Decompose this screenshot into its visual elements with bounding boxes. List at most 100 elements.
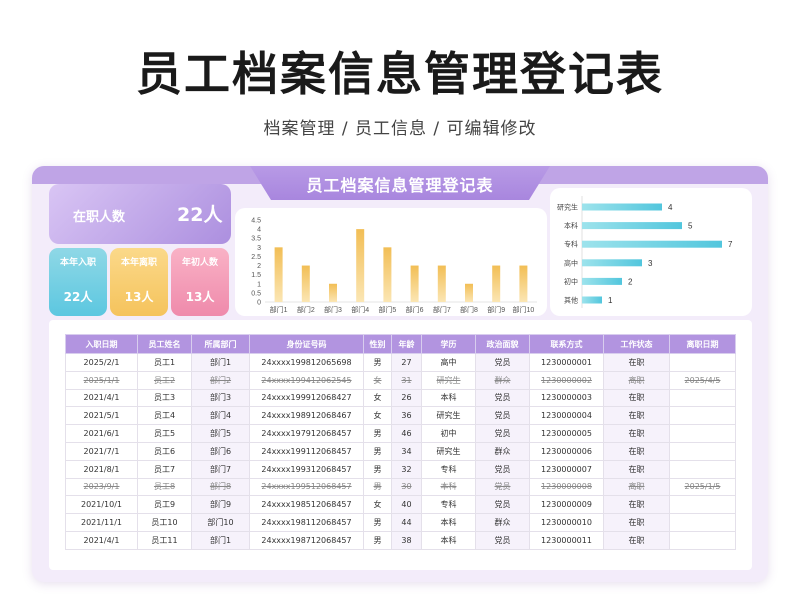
table-cell: 2021/6/1 (65, 424, 138, 443)
table-row[interactable]: 2025/1/1 员工2 部门2 24xxxx199412062545 女 31 研究生 群众… (65, 370, 736, 390)
table-cell: 男 (363, 459, 392, 479)
table-cell: 24xxxx198112068457 (249, 513, 364, 532)
table-cell: 24xxxx199412062545 (249, 370, 364, 390)
bar (465, 283, 473, 302)
table-cell: 1230000006 (529, 441, 604, 461)
table-row[interactable]: 2023/9/1 员工8 部门8 24xxxx199512068457 男 30 本科 党员 1… (65, 477, 736, 497)
table-row[interactable]: 2021/10/1 员工9 部门9 24xxxx198512068457 女 40 专科 党员… (65, 495, 736, 515)
table-cell: 2021/7/1 (65, 441, 138, 461)
x-tick-label: 部门5 (378, 305, 396, 314)
table-cell: 24xxxx197912068457 (249, 424, 364, 443)
table-cell: 24xxxx198712068457 (249, 530, 364, 550)
active-count-card: 在职人数 22人 (49, 184, 231, 244)
table-body: 2025/2/1 员工1 部门1 24xxxx199812065698 男 27 高中 党员 1… (65, 353, 736, 550)
table-cell: 2025/2/1 (65, 353, 138, 372)
table-cell: 24xxxx199312068457 (249, 459, 364, 479)
table-cell: 员工10 (137, 513, 192, 532)
left-card: 本年离职 13人 (110, 248, 168, 316)
table-cell: 1230000010 (529, 513, 604, 532)
table-cell: 员工7 (137, 459, 192, 479)
data-label: 1 (608, 296, 613, 305)
x-tick-label: 部门2 (297, 305, 315, 314)
table-cell: 2021/4/1 (65, 388, 138, 408)
table-cell: 部门5 (191, 424, 250, 443)
education-chart: 研究生 4 本科 5 专科 7 高中 3 初中 2 其他 1 (550, 188, 752, 316)
table-cell: 2021/4/1 (65, 530, 138, 550)
x-tick-label: 部门9 (487, 305, 505, 314)
table-cell: 46 (391, 424, 422, 443)
table-cell: 在职 (603, 495, 670, 515)
bar (492, 265, 501, 302)
column-header: 员工姓名 (137, 334, 192, 354)
table-cell: 男 (363, 424, 392, 443)
y-tick-label: 3 (257, 245, 261, 252)
table-cell: 初中 (421, 424, 476, 443)
bar (356, 229, 365, 302)
x-tick-label: 部门4 (351, 305, 369, 314)
table-cell (669, 388, 736, 408)
column-header: 学历 (421, 334, 476, 354)
data-label: 4 (668, 203, 673, 212)
table-cell: 30 (391, 477, 422, 497)
bar (329, 283, 337, 302)
table-cell (669, 441, 736, 461)
left-label: 本年离职 (120, 258, 157, 268)
table-row[interactable]: 2021/7/1 员工6 部门6 24xxxx199112068457 男 34 研究生 群众… (65, 441, 736, 461)
table-row[interactable]: 2021/6/1 员工5 部门5 24xxxx197912068457 男 46 初中 党员 1… (65, 424, 736, 443)
column-header: 所属部门 (191, 334, 250, 354)
table-cell: 党员 (475, 424, 530, 443)
table-cell (669, 406, 736, 426)
table-cell: 女 (363, 495, 392, 515)
start-count-label: 年初人数 (181, 258, 218, 268)
table-cell (669, 530, 736, 550)
table-header-row: 入职日期 员工姓名 所属部门 身份证号码 性别 年龄 学历 政治面貌 联系方式 工作状态 离职日期 (65, 334, 736, 354)
table-cell: 本科 (421, 477, 476, 497)
bar (383, 247, 392, 302)
table-cell: 高中 (421, 353, 476, 372)
table-row[interactable]: 2021/11/1 员工10 部门10 24xxxx198112068457 男 44 本科… (65, 513, 736, 532)
table-cell: 党员 (475, 353, 530, 372)
table-cell: 44 (391, 513, 422, 532)
table-row[interactable]: 2021/4/1 员工3 部门3 24xxxx199912068427 女 26 本科 党员 1… (65, 388, 736, 408)
table-cell (669, 459, 736, 479)
column-header: 年龄 (391, 334, 422, 354)
table-cell: 1230000008 (529, 477, 604, 497)
column-header: 工作状态 (603, 334, 670, 354)
y-tick-label: 2 (257, 263, 261, 270)
table-cell: 党员 (475, 495, 530, 515)
x-tick-label: 部门1 (270, 305, 288, 314)
table-cell: 40 (391, 495, 422, 515)
table-cell: 2025/1/5 (669, 477, 736, 497)
table-cell: 男 (363, 353, 392, 372)
table-cell: 部门7 (191, 459, 250, 479)
joined-card: 本年入职 22人 (49, 248, 107, 316)
category-label: 专科 (564, 240, 578, 249)
table-cell: 群众 (475, 441, 530, 461)
table-cell: 2025/1/1 (65, 370, 138, 390)
table-row[interactable]: 2021/8/1 员工7 部门7 24xxxx199312068457 男 32 专科 党员 1… (65, 459, 736, 479)
table-cell: 员工4 (137, 406, 192, 426)
table-cell: 部门1 (191, 530, 250, 550)
table-cell: 党员 (475, 406, 530, 426)
table-cell: 1230000004 (529, 406, 604, 426)
table-cell: 男 (363, 530, 392, 550)
table-cell: 36 (391, 406, 422, 426)
table-cell: 2021/8/1 (65, 459, 138, 479)
column-header: 性别 (363, 334, 392, 354)
category-label: 高中 (564, 258, 578, 267)
joined-value: 22人 (63, 290, 93, 304)
table-cell: 男 (363, 441, 392, 461)
column-header: 离职日期 (669, 334, 736, 354)
table-cell: 员工6 (137, 441, 192, 461)
y-tick-label: 4.5 (251, 218, 261, 225)
table-cell: 群众 (475, 513, 530, 532)
table-row[interactable]: 2021/5/1 员工4 部门4 24xxxx198912068467 女 36 研究生 党员… (65, 406, 736, 426)
bar (519, 265, 528, 302)
bar (274, 247, 283, 302)
x-tick-label: 部门6 (406, 305, 424, 314)
table-cell: 27 (391, 353, 422, 372)
table-row[interactable]: 2021/4/1 员工11 部门1 24xxxx198712068457 男 38 本科 党员… (65, 530, 736, 550)
table-cell: 在职 (603, 459, 670, 479)
table-row[interactable]: 2025/2/1 员工1 部门1 24xxxx199812065698 男 27 高中 党员 1… (65, 353, 736, 372)
table-cell: 研究生 (421, 370, 476, 390)
